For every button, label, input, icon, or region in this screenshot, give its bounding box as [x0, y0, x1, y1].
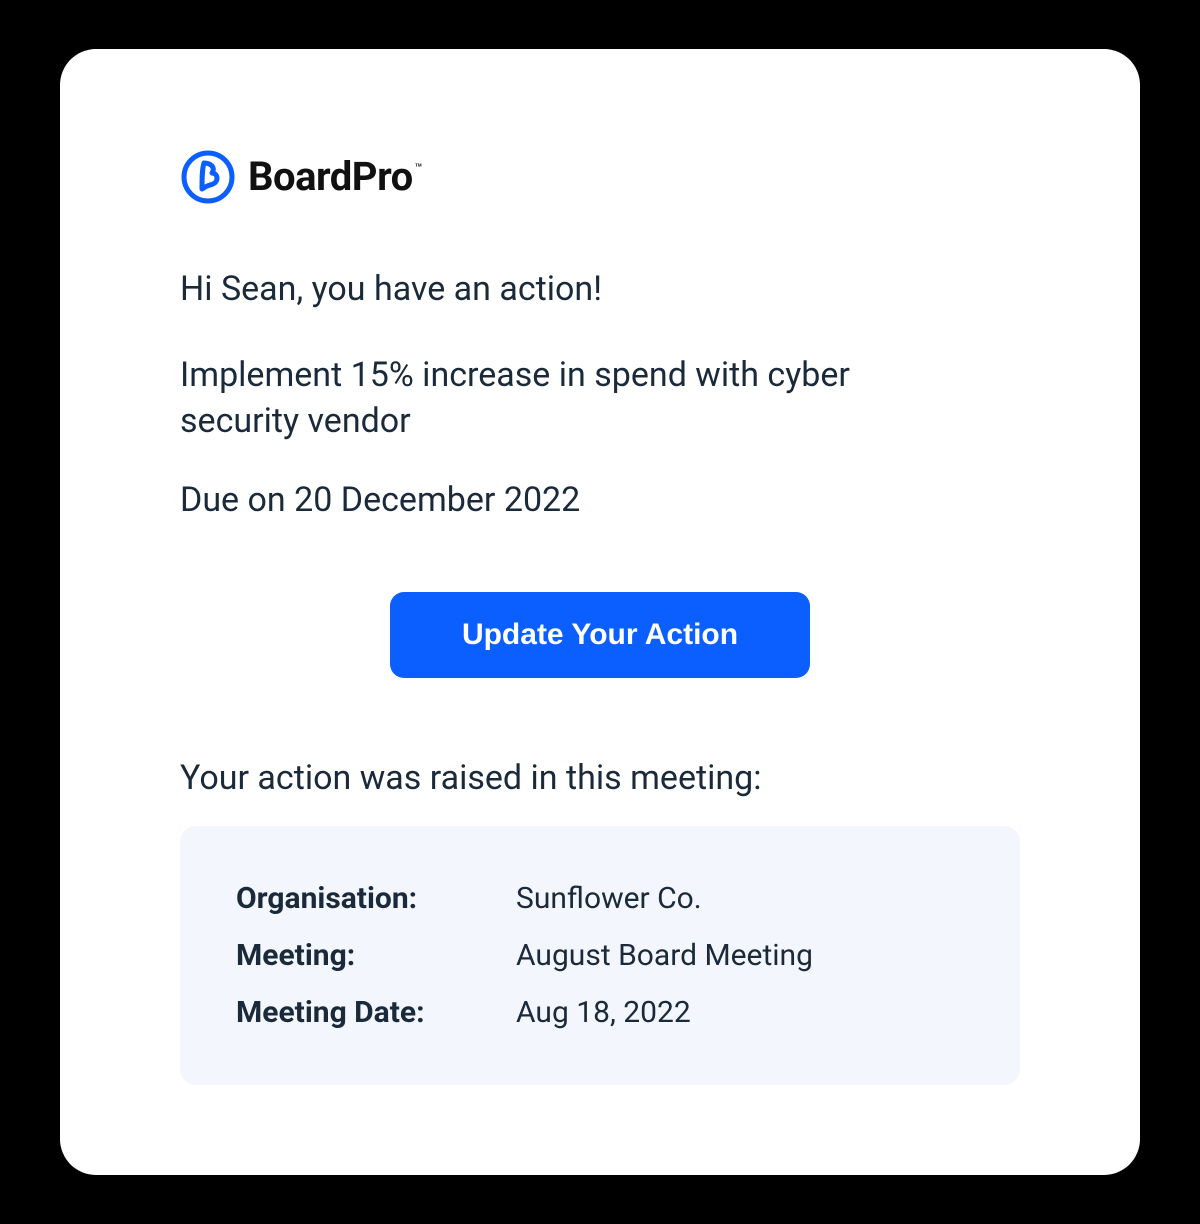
meeting-name-value: August Board Meeting	[516, 927, 813, 984]
meeting-details-box: Organisation: Sunflower Co. Meeting: Aug…	[180, 826, 1020, 1085]
cta-wrap: Update Your Action	[180, 592, 1020, 678]
brand-tm: ™	[415, 161, 422, 175]
notification-card: BoardPro™ Hi Sean, you have an action! I…	[60, 49, 1140, 1176]
brand-mark-icon	[180, 149, 236, 205]
greeting-text: Hi Sean, you have an action!	[180, 269, 1020, 309]
brand-name-text: BoardPro	[248, 153, 413, 200]
meeting-name-row: Meeting: August Board Meeting	[236, 927, 964, 984]
raised-in-meeting-label: Your action was raised in this meeting:	[180, 758, 1020, 798]
meeting-date-label: Meeting Date:	[236, 984, 516, 1041]
meeting-org-row: Organisation: Sunflower Co.	[236, 870, 964, 927]
update-action-button[interactable]: Update Your Action	[390, 592, 810, 678]
meeting-org-value: Sunflower Co.	[516, 870, 702, 927]
meeting-date-row: Meeting Date: Aug 18, 2022	[236, 984, 964, 1041]
meeting-date-value: Aug 18, 2022	[516, 984, 691, 1041]
due-date: Due on 20 December 2022	[180, 480, 1020, 520]
action-title: Implement 15% increase in spend with cyb…	[180, 353, 940, 445]
meeting-org-label: Organisation:	[236, 870, 516, 927]
brand-logo: BoardPro™	[180, 149, 1020, 205]
brand-name: BoardPro™	[248, 153, 420, 200]
meeting-name-label: Meeting:	[236, 927, 516, 984]
